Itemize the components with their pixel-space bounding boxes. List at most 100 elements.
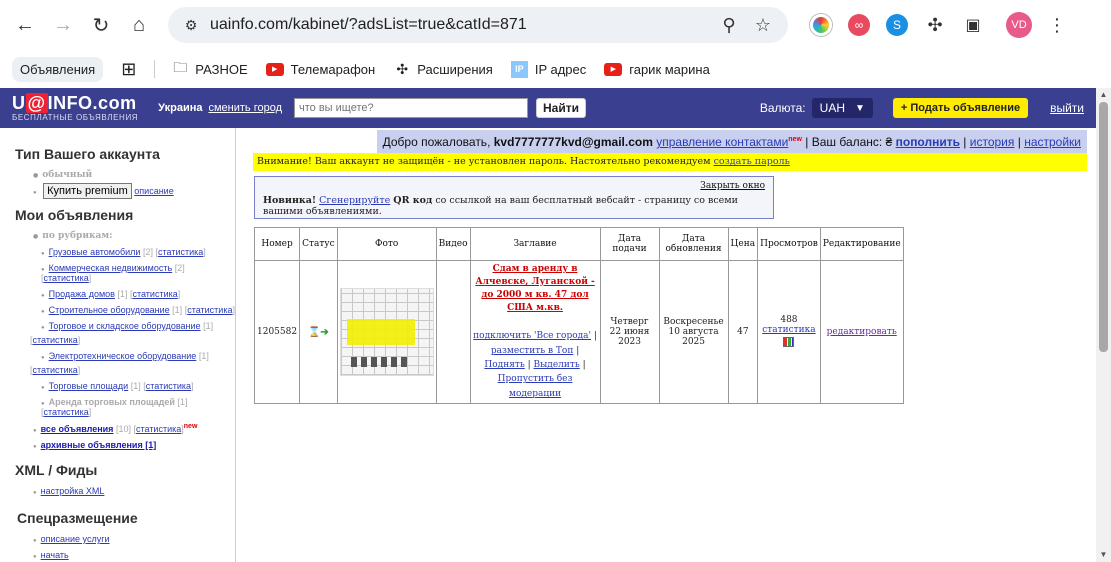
forward-icon[interactable]: → xyxy=(48,10,78,40)
password-warning: Внимание! Ваш аккаунт не защищён - не ус… xyxy=(253,153,1087,171)
bookmark-telemarathon[interactable]: ▶ Телемарафон xyxy=(265,62,375,77)
premium-description-link[interactable]: описание xyxy=(134,186,173,196)
settings-link[interactable]: настройки xyxy=(1024,135,1081,149)
create-password-link[interactable]: создать пароль xyxy=(714,156,790,167)
currency-dropdown[interactable]: UAH ▼ xyxy=(811,98,873,118)
category-item: ● Грузовые автомобили [2] [статистика] xyxy=(41,247,206,257)
start-special-link[interactable]: начать xyxy=(41,550,69,560)
arrow-right-icon[interactable]: ➔ xyxy=(320,327,328,338)
extensions-puzzle-icon[interactable]: ✣ xyxy=(924,14,946,36)
site-logo[interactable]: U @ INFO.com БЕСПЛАТНЫЕ ОБЪЯВЛЕНИЯ xyxy=(12,93,138,122)
ads-table: Номер Статус Фото Видео Заглавие Дата по… xyxy=(253,227,904,405)
hourglass-icon: ⌛ xyxy=(307,326,321,338)
scroll-up-icon[interactable]: ▲ xyxy=(1096,88,1111,102)
welcome-bar: Добро пожаловать, kvd7777777kvd@gmail.co… xyxy=(376,130,1087,154)
folder-icon: 🗀 xyxy=(173,59,188,75)
column-header: Редактирование xyxy=(819,227,904,261)
back-icon[interactable]: ← xyxy=(10,10,40,40)
column-header: Видео xyxy=(435,227,471,261)
column-header: Дата подачи xyxy=(599,227,660,261)
archived-ads-item: ● архивные объявления [1] xyxy=(33,440,157,450)
bookmark-extensions[interactable]: ✣ Расширения xyxy=(393,60,492,78)
category-list: ● Грузовые автомобили [2] [статистика] ● К… xyxy=(15,247,235,417)
infinity-extension-icon[interactable]: ∞ xyxy=(848,14,870,36)
profile-avatar[interactable]: VD xyxy=(1006,12,1032,38)
generate-qr-link[interactable]: Сгенерируйте xyxy=(319,195,390,206)
date-updated: Воскресенье 10 августа 2025 xyxy=(658,259,729,405)
category-item: ● Аренда торговых площадей [1] [статистик… xyxy=(41,397,188,417)
special-placement-title: Спецразмещение xyxy=(17,510,138,526)
close-notice-link[interactable]: Закрыть окно xyxy=(263,181,765,191)
raise-ad-link[interactable]: Поднять xyxy=(484,360,524,370)
ip-icon: IP xyxy=(510,60,528,78)
shazam-extension-icon[interactable]: S xyxy=(886,14,908,36)
youtube-icon: ▶ xyxy=(265,62,284,76)
ad-photo-cell xyxy=(336,259,437,405)
ad-title-link[interactable]: Сдам в аренду в Алчевске, Луганской - до… xyxy=(473,263,598,315)
new-badge: new xyxy=(788,136,802,143)
add-ad-button[interactable]: + Подать объявление xyxy=(892,98,1029,118)
column-header: Просмотров xyxy=(757,227,821,261)
column-header: Статус xyxy=(299,227,338,261)
archived-ads-link[interactable]: архивные объявления [1] xyxy=(41,440,157,450)
skip-moderation-link[interactable]: Пропустить без модерации xyxy=(498,374,573,398)
logout-link[interactable]: выйти xyxy=(1050,101,1084,115)
xml-feeds-title: XML / Фиды xyxy=(15,462,98,478)
category-item: ● Коммерческая недвижимость [2] [статисти… xyxy=(41,263,185,283)
column-header: Дата обновления xyxy=(658,227,729,261)
highlight-ad-link[interactable]: Выделить xyxy=(534,360,580,370)
home-icon[interactable]: ⌂ xyxy=(124,10,154,40)
url-text[interactable]: uainfo.com/kabinet/?adsList=true&catId=8… xyxy=(210,16,708,34)
region-label: Украина xyxy=(158,102,203,114)
bookmark-ip-address[interactable]: IP IP адрес xyxy=(510,60,586,78)
change-region-link[interactable]: сменить город xyxy=(208,102,282,114)
browser-menu-icon[interactable]: ⋮ xyxy=(1048,15,1066,36)
new-badge: new xyxy=(183,423,198,430)
search-input[interactable] xyxy=(294,98,528,118)
media-control-icon[interactable]: ▣ xyxy=(962,14,984,36)
ad-photo[interactable] xyxy=(339,288,434,377)
edit-ad-link[interactable]: редактировать xyxy=(827,327,897,337)
bookmark-garik-marina[interactable]: ▶ гарик марина xyxy=(604,62,710,77)
apps-grid-icon[interactable]: ⊞ xyxy=(121,59,136,80)
bookmark-folder-misc[interactable]: 🗀 РАЗНОЕ xyxy=(171,57,247,81)
category-stats-wrap: [статистика] xyxy=(30,365,81,375)
user-email: kvd7777777kvd@gmail.com xyxy=(493,135,653,149)
scroll-thumb[interactable] xyxy=(1099,102,1108,352)
ads-summary-list: ● все объявления [10] [статистика]new ● ар… xyxy=(15,423,235,450)
bar-chart-icon[interactable] xyxy=(783,336,795,347)
scroll-down-icon[interactable]: ▼ xyxy=(1096,548,1111,562)
color-extension-icon[interactable] xyxy=(810,14,832,36)
sidebar: Тип Вашего аккаунта ● обычный ● Купить pr… xyxy=(0,128,236,562)
place-in-top-link[interactable]: разместить в Топ xyxy=(491,346,573,356)
puzzle-icon: ✣ xyxy=(396,60,409,77)
category-item: ● Строительное оборудование [1] [статисти… xyxy=(41,305,235,315)
top-up-link[interactable]: пополнить xyxy=(896,135,960,149)
bookmark-star-icon[interactable]: ☆ xyxy=(750,12,776,38)
history-link[interactable]: история xyxy=(970,135,1015,149)
page-scrollbar[interactable]: ▲ ▼ xyxy=(1096,88,1111,562)
views-stats-link[interactable]: статистика xyxy=(762,325,815,335)
site-settings-icon[interactable]: ⚙ xyxy=(180,14,202,36)
column-header: Фото xyxy=(336,227,437,261)
zoom-icon[interactable]: ⚲ xyxy=(716,12,742,38)
all-ads-link[interactable]: все объявления xyxy=(41,424,114,434)
category-item: ● Торговые площади [1] [статистика] xyxy=(41,381,194,391)
search-button[interactable]: Найти xyxy=(536,98,586,118)
table-row: 1205582 ⌛➔ Сдам в аренду в Алчевске, Луг… xyxy=(253,259,904,405)
service-description-link[interactable]: описание услуги xyxy=(41,534,110,544)
category-stats-wrap: [статистика] xyxy=(30,335,81,345)
bookmarks-bar: Объявления ⊞ 🗀 РАЗНОЕ ▶ Телемарафон ✣ Расши… xyxy=(0,50,1111,88)
bookmark-separator xyxy=(154,60,156,78)
ad-price: 47 xyxy=(727,259,759,405)
manage-contacts-link[interactable]: управление контактами xyxy=(656,135,788,149)
reload-icon[interactable]: ↻ xyxy=(86,10,116,40)
connect-all-cities-link[interactable]: подключить 'Все города' xyxy=(473,331,591,341)
all-ads-item: ● все объявления [10] [статистика]new xyxy=(33,423,198,434)
youtube-icon: ▶ xyxy=(604,62,623,76)
bookmark-ads[interactable]: Объявления xyxy=(12,56,104,82)
address-bar[interactable]: ⚙ uainfo.com/kabinet/?adsList=true&catId… xyxy=(168,7,788,43)
xml-setup-link[interactable]: настройка XML xyxy=(41,486,105,496)
buy-premium-button[interactable]: Купить premium xyxy=(43,183,132,199)
category-item: ● Торговое и складское оборудование [1] xyxy=(41,321,214,331)
